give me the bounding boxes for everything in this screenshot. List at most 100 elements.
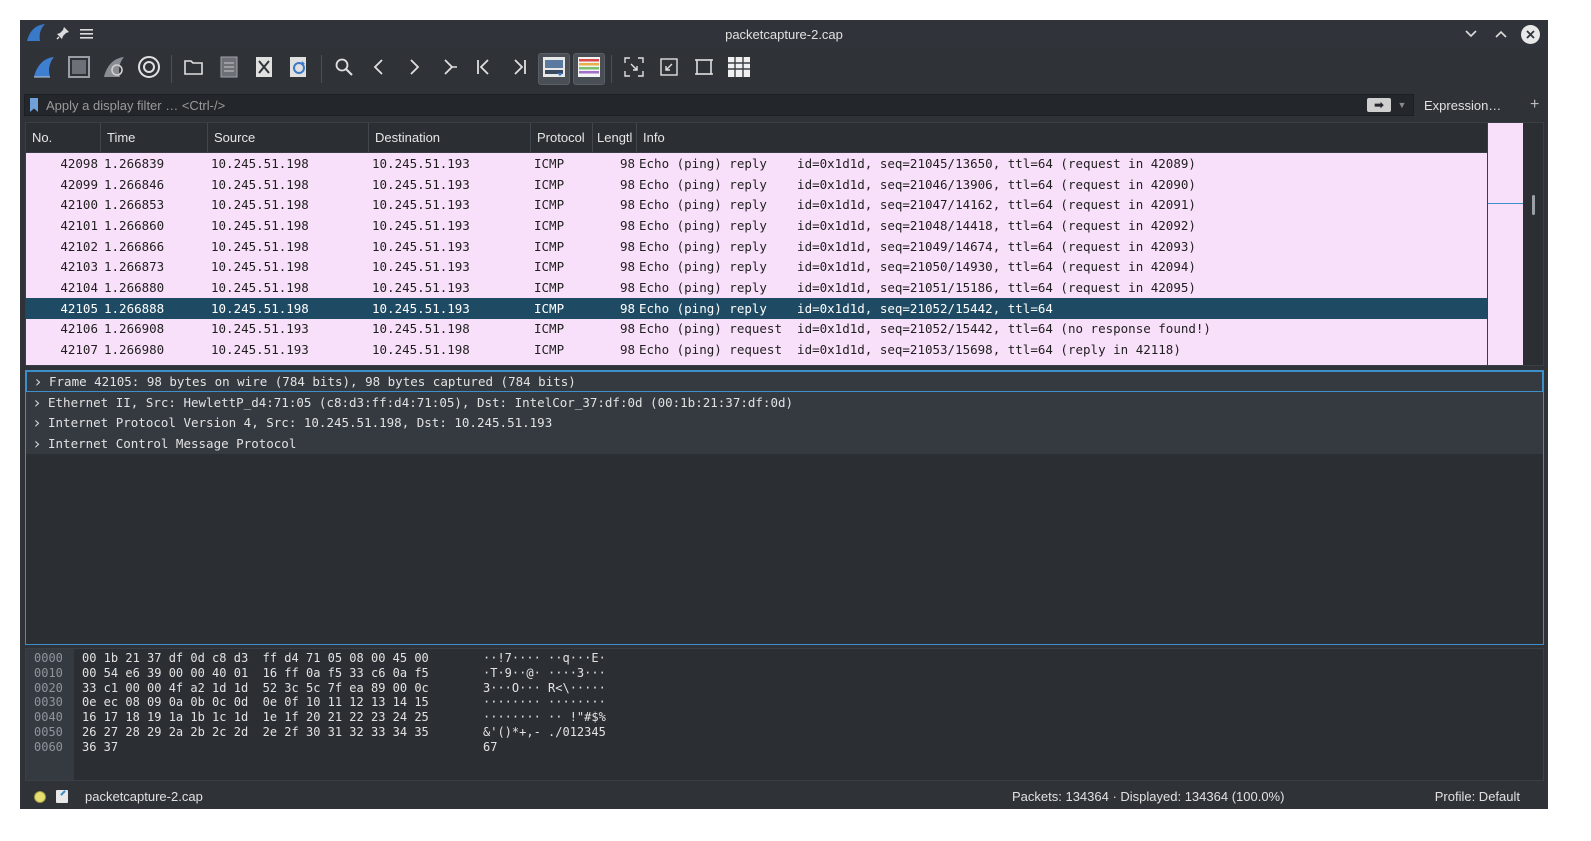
packet-cell-src: 10.245.51.193 bbox=[208, 363, 369, 365]
packet-cell-src: 10.245.51.198 bbox=[211, 155, 309, 171]
chevron-right-icon[interactable]: › bbox=[26, 434, 48, 453]
main-toolbar bbox=[20, 48, 1548, 90]
packet-row[interactable]: 42101 1.266860 10.245.51.198 10.245.51.193 I… bbox=[26, 215, 1487, 236]
packet-cell-len: 98 bbox=[619, 259, 635, 275]
colorize-button[interactable] bbox=[573, 53, 605, 85]
packet-row[interactable]: 42103 1.266873 10.245.51.198 10.245.51.193 I… bbox=[26, 256, 1487, 277]
file-icon bbox=[219, 56, 239, 83]
packet-cell-src: 10.245.51.193 bbox=[211, 321, 309, 337]
restart-capture-button[interactable] bbox=[98, 53, 130, 85]
open-file-button[interactable] bbox=[178, 53, 210, 85]
minimize-icon[interactable] bbox=[1461, 24, 1481, 44]
packet-row[interactable]: 42104 1.266880 10.245.51.198 10.245.51.193 I… bbox=[26, 277, 1487, 298]
chevron-right-icon[interactable]: › bbox=[26, 393, 48, 412]
column-header-destination[interactable]: Destination bbox=[369, 123, 531, 152]
maximize-icon[interactable] bbox=[1491, 24, 1511, 44]
go-to-packet-button[interactable] bbox=[433, 53, 465, 85]
packet-cell-proto: ICMP bbox=[534, 197, 565, 213]
bytes-offset: 0040 bbox=[34, 710, 63, 725]
column-header-time[interactable]: Time bbox=[101, 123, 208, 152]
detail-tree-label: Internet Control Message Protocol bbox=[48, 436, 297, 452]
first-packet-button[interactable] bbox=[468, 53, 500, 85]
auto-scroll-button[interactable] bbox=[538, 53, 570, 85]
packet-cell-no: 42098 bbox=[60, 155, 98, 171]
packet-cell-dst: 10.245.51.198 bbox=[372, 342, 470, 358]
zoom-in-button[interactable] bbox=[618, 53, 650, 85]
packet-row[interactable]: 42099 1.266846 10.245.51.198 10.245.51.193 I… bbox=[26, 174, 1487, 195]
apply-filter-arrow-icon[interactable]: ➡ bbox=[1367, 98, 1391, 112]
find-packet-button[interactable] bbox=[328, 53, 360, 85]
expert-info-icon[interactable] bbox=[34, 790, 46, 803]
packet-row[interactable]: 42106 1.266908 10.245.51.193 10.245.51.198 I… bbox=[26, 319, 1487, 340]
detail-tree-item[interactable]: › Internet Control Message Protocol bbox=[26, 433, 1543, 455]
last-packet-button[interactable] bbox=[503, 53, 535, 85]
reload-file-button[interactable] bbox=[283, 53, 315, 85]
packet-row[interactable]: 42105 1.266888 10.245.51.198 10.245.51.193 I… bbox=[26, 297, 1487, 319]
packet-cell-info: Echo (ping) reply id=0x1d1d, seq=21048/1… bbox=[639, 217, 1196, 233]
bytes-row[interactable]: 0010 00 54 e6 39 00 00 40 01 16 ff 0a f5 … bbox=[26, 666, 606, 681]
packet-cell-len: 98 bbox=[619, 197, 635, 213]
scrollbar-thumb[interactable] bbox=[1532, 195, 1535, 215]
stop-capture-button[interactable] bbox=[63, 53, 95, 85]
zoom-out-button[interactable] bbox=[653, 53, 685, 85]
packet-cell-info: Echo (ping) request id=0x1d1d, seq=21054… bbox=[637, 363, 1487, 365]
column-header-protocol[interactable]: Protocol bbox=[531, 123, 593, 152]
restart-fin-icon bbox=[102, 55, 126, 84]
capture-comment-icon[interactable] bbox=[56, 790, 68, 803]
start-capture-button[interactable] bbox=[28, 53, 60, 85]
bytes-row[interactable]: 0020 33 c1 00 00 4f a2 1d 1d 52 3c 5c 7f … bbox=[26, 681, 606, 696]
column-header-info[interactable]: Info bbox=[637, 123, 1487, 152]
packet-cell-time: 1.266846 bbox=[104, 176, 165, 192]
go-forward-button[interactable] bbox=[398, 53, 430, 85]
filter-dropdown-icon[interactable]: ▼ bbox=[1395, 100, 1409, 110]
bytes-row[interactable]: 0030 0e ec 08 09 0a 0b 0c 0d 0e 0f 10 11 … bbox=[26, 695, 606, 710]
resize-columns-button[interactable] bbox=[723, 53, 755, 85]
packet-row[interactable]: 42107 1.266980 10.245.51.193 10.245.51.198 I… bbox=[26, 339, 1487, 360]
packet-cell-proto: ICMP bbox=[534, 342, 565, 358]
stop-square-icon bbox=[68, 55, 90, 83]
status-profile[interactable]: Profile: Default bbox=[1435, 789, 1520, 804]
column-header-source[interactable]: Source bbox=[208, 123, 369, 152]
bytes-offset: 0000 bbox=[34, 651, 63, 665]
go-back-button[interactable] bbox=[363, 53, 395, 85]
detail-tree-item[interactable]: › Frame 42105: 98 bytes on wire (784 bits… bbox=[26, 371, 1543, 392]
bytes-row[interactable]: 0050 26 27 28 29 2a 2b 2c 2d 2e 2f 30 31 … bbox=[26, 725, 606, 740]
detail-tree-item[interactable]: › Internet Protocol Version 4, Src: 10.24… bbox=[26, 412, 1543, 434]
packet-minimap[interactable] bbox=[1487, 123, 1523, 365]
wireshark-window: packetcapture-2.cap Apply a display filt… bbox=[20, 20, 1548, 809]
display-filter-input[interactable] bbox=[46, 95, 1367, 115]
normal-size-button[interactable] bbox=[688, 53, 720, 85]
save-file-button[interactable] bbox=[213, 53, 245, 85]
bytes-row[interactable]: 0000 00 1b 21 37 df 0d c8 d3 ff d4 71 05 … bbox=[26, 651, 606, 666]
packet-cell-proto: ICMP bbox=[534, 155, 565, 171]
chevron-right-icon[interactable]: › bbox=[26, 413, 48, 432]
menu-icon[interactable] bbox=[80, 27, 94, 45]
packet-cell-info: Echo (ping) reply id=0x1d1d, seq=21050/1… bbox=[639, 259, 1196, 275]
packet-cell-info: Echo (ping) reply id=0x1d1d, seq=21047/1… bbox=[639, 197, 1196, 213]
pin-icon[interactable] bbox=[56, 26, 70, 45]
close-file-button[interactable] bbox=[248, 53, 280, 85]
packet-list-scrollbar[interactable] bbox=[1523, 123, 1543, 365]
wireshark-icon[interactable] bbox=[26, 24, 46, 47]
detail-tree-item[interactable]: › Ethernet II, Src: HewlettP_d4:71:05 (c8… bbox=[26, 391, 1543, 413]
add-filter-button[interactable]: + bbox=[1530, 96, 1539, 114]
capture-options-button[interactable] bbox=[133, 53, 165, 85]
column-header-no[interactable]: No. bbox=[26, 123, 101, 152]
packet-cell-time: 1.266908 bbox=[104, 321, 165, 337]
column-header-length[interactable]: Lengtl bbox=[593, 123, 637, 152]
expression-button[interactable]: Expression… bbox=[1424, 98, 1514, 113]
close-icon[interactable] bbox=[1521, 24, 1540, 44]
packet-row[interactable]: 42102 1.266866 10.245.51.198 10.245.51.193 I… bbox=[26, 236, 1487, 257]
bookmark-icon[interactable] bbox=[30, 98, 38, 112]
packet-cell-no: 42103 bbox=[60, 259, 98, 275]
packet-row[interactable]: 42100 1.266853 10.245.51.198 10.245.51.193 I… bbox=[26, 194, 1487, 215]
packet-row[interactable]: 42098 1.266839 10.245.51.198 10.245.51.193 I… bbox=[26, 153, 1487, 174]
packet-bytes-pane: 0000 00 1b 21 37 df 0d c8 d3 ff d4 71 05 … bbox=[25, 648, 1544, 781]
bytes-offset: 0030 bbox=[34, 695, 63, 710]
bytes-row[interactable]: 0040 16 17 18 19 1a 1b 1c 1d 1e 1f 20 21 … bbox=[26, 710, 606, 725]
bytes-row[interactable]: 0060 36 37 67 bbox=[26, 740, 497, 755]
bytes-ascii: ·T·9··@· ····3··· bbox=[483, 665, 606, 680]
bytes-offset: 0060 bbox=[34, 739, 63, 754]
chevron-right-icon[interactable]: › bbox=[27, 372, 49, 391]
packet-row[interactable]: 421081.26699510.245.51.19310.245.51.198I… bbox=[26, 360, 1487, 365]
